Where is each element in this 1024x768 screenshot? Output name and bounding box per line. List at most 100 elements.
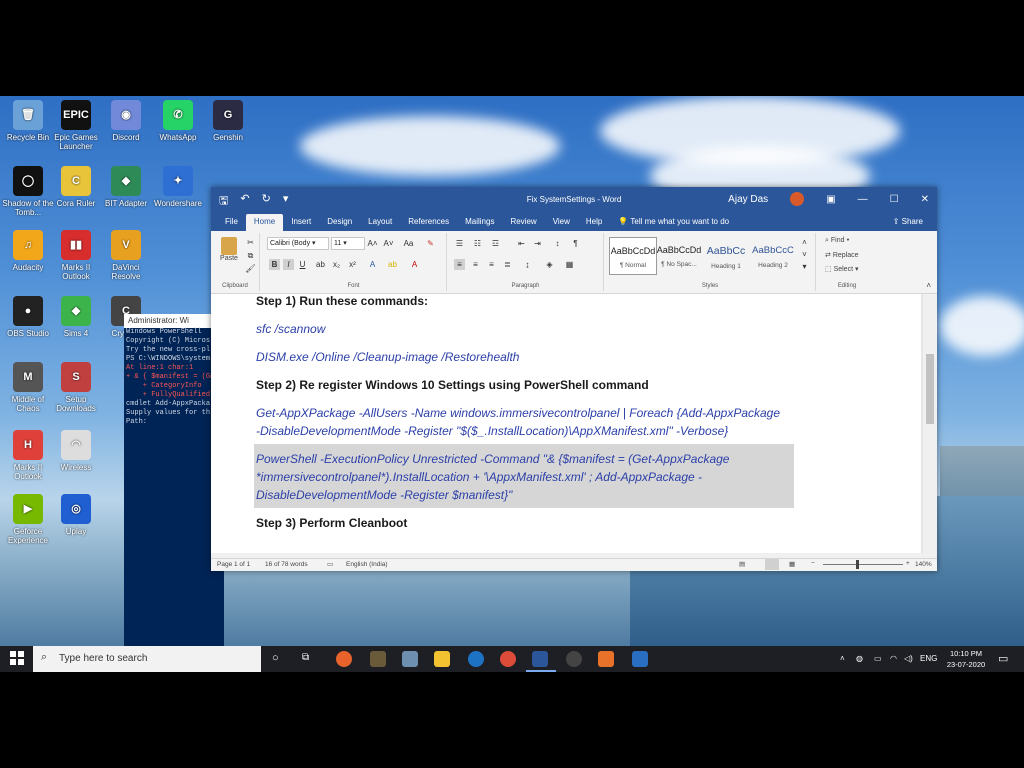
strikethrough-icon[interactable]: ab — [315, 259, 326, 270]
powershell-taskbar-icon[interactable] — [632, 651, 648, 667]
zoom-slider[interactable] — [823, 564, 903, 565]
desktop-icon[interactable]: S Setup Downloads — [48, 362, 104, 413]
justify-icon[interactable]: ≣ — [502, 259, 513, 270]
zoom-out-icon[interactable]: − — [811, 560, 815, 567]
grow-font-icon[interactable]: A˄ — [367, 238, 378, 249]
edge-icon[interactable] — [468, 651, 484, 667]
network-app-icon[interactable] — [402, 651, 418, 667]
styles-scroll-up-icon[interactable]: ˄ — [799, 237, 810, 248]
shield-icon[interactable]: ◍ — [856, 654, 863, 663]
volume-icon[interactable]: ◁) — [904, 654, 913, 663]
minimize-icon[interactable]: — — [858, 194, 868, 205]
language-indicator[interactable]: ENG — [920, 654, 937, 663]
zoom-slider-handle[interactable] — [856, 560, 859, 569]
bullets-icon[interactable]: ☰ — [454, 238, 465, 249]
tab-mailings[interactable]: Mailings — [457, 214, 502, 231]
maximize-icon[interactable]: ☐ — [890, 194, 899, 205]
tab-insert[interactable]: Insert — [283, 214, 319, 231]
copy-icon[interactable]: ⧉ — [245, 250, 256, 261]
replace-button[interactable]: ⇄ Replace — [825, 251, 859, 259]
align-center-icon[interactable]: ≡ — [470, 259, 481, 270]
word-count[interactable]: 16 of 78 words — [265, 561, 308, 568]
tab-references[interactable]: References — [400, 214, 457, 231]
font-size-select[interactable]: 11 ▾ — [331, 237, 365, 250]
page-count[interactable]: Page 1 of 1 — [217, 561, 250, 568]
close-icon[interactable]: ✕ — [921, 194, 929, 205]
numbering-icon[interactable]: ☷ — [472, 238, 483, 249]
change-case-icon[interactable]: Aa — [403, 238, 414, 249]
tab-help[interactable]: Help — [578, 214, 610, 231]
desktop-icon[interactable]: ◎ Uplay — [48, 494, 104, 536]
styles-scroll-down-icon[interactable]: ˅ — [799, 249, 810, 260]
vertical-scrollbar[interactable] — [923, 294, 937, 553]
desktop-icon[interactable]: ◉ Discord — [98, 100, 154, 142]
collapse-ribbon-icon[interactable]: ˄ — [926, 281, 931, 290]
paste-button[interactable]: Paste — [217, 237, 241, 262]
desktop-icon[interactable]: V DaVinci Resolve — [98, 230, 154, 281]
app-icon[interactable] — [370, 651, 386, 667]
user-name[interactable]: Ajay Das — [728, 194, 768, 205]
select-button[interactable]: ⬚ Select ▾ — [825, 265, 859, 273]
battery-icon[interactable]: ▭ — [874, 654, 882, 663]
style-item[interactable]: AaBbCcC Heading 2 — [750, 237, 796, 273]
desktop-icon[interactable]: ◠ Wireless — [48, 430, 104, 472]
tab-layout[interactable]: Layout — [360, 214, 400, 231]
show-marks-icon[interactable]: ¶ — [570, 238, 581, 249]
bold-icon[interactable]: B — [269, 259, 280, 270]
avatar[interactable] — [790, 192, 805, 206]
desktop-icon[interactable]: G Genshin — [200, 100, 256, 142]
notification-icon[interactable]: ▭ — [998, 652, 1008, 665]
subscript-icon[interactable]: x₂ — [331, 259, 342, 270]
cortana-icon[interactable]: ○ — [272, 652, 279, 664]
desktop-icon[interactable]: ▮▮ Marks II Outlook — [48, 230, 104, 281]
chrome-icon[interactable] — [500, 651, 516, 667]
web-layout-icon[interactable]: ▦ — [789, 560, 795, 568]
style-item[interactable]: AaBbCc Heading 1 — [703, 237, 749, 273]
document-page[interactable]: Step 1) Run these commands: sfc /scannow… — [211, 294, 921, 553]
tab-review[interactable]: Review — [502, 214, 544, 231]
font-family-select[interactable]: Calibri (Body ▾ — [267, 237, 329, 250]
proofing-icon[interactable]: ▭ — [327, 560, 333, 568]
tab-home[interactable]: Home — [245, 214, 284, 231]
line-spacing-icon[interactable]: ↨ — [522, 259, 533, 270]
shrink-font-icon[interactable]: A˅ — [383, 238, 394, 249]
borders-icon[interactable]: ▦ — [564, 259, 575, 270]
desktop-icon[interactable]: C Cora Ruler — [48, 166, 104, 208]
desktop-icon[interactable]: ✆ WhatsApp — [150, 100, 206, 142]
language[interactable]: English (India) — [346, 561, 388, 568]
desktop-icon[interactable]: ◆ Sims 4 — [48, 296, 104, 338]
find-button[interactable]: ⌕ Find ▾ — [825, 237, 849, 245]
decrease-indent-icon[interactable]: ⇤ — [516, 238, 527, 249]
powershell-title[interactable]: Administrator: Wi — [124, 314, 224, 328]
zoom-level[interactable]: 140% — [915, 561, 932, 568]
scroll-thumb[interactable] — [926, 354, 934, 424]
italic-icon[interactable]: I — [283, 259, 294, 270]
cut-icon[interactable]: ✂ — [245, 237, 256, 248]
tab-file[interactable]: File — [217, 214, 246, 231]
styles-more-icon[interactable]: ▾ — [799, 261, 810, 272]
superscript-icon[interactable]: x² — [347, 259, 358, 270]
taskbar-search[interactable]: ⌕ Type here to search — [33, 646, 261, 672]
start-button[interactable] — [10, 651, 24, 665]
desktop-icon[interactable]: ◆ BIT Adapter — [98, 166, 154, 208]
print-layout-icon[interactable] — [765, 559, 779, 570]
clock[interactable]: 10:10 PM 23-07-2020 — [938, 648, 994, 670]
read-mode-icon[interactable]: ▤ — [739, 560, 745, 568]
align-right-icon[interactable]: ≡ — [486, 259, 497, 270]
zoom-in-icon[interactable]: + — [906, 560, 910, 567]
increase-indent-icon[interactable]: ⇥ — [532, 238, 543, 249]
powershell-window[interactable]: Administrator: Wi Windows PowerShell Copy… — [124, 314, 224, 672]
word-taskbar-icon[interactable] — [532, 651, 548, 667]
font-color-icon[interactable]: A — [409, 259, 420, 270]
multilevel-list-icon[interactable]: ☲ — [490, 238, 501, 249]
format-painter-icon[interactable]: 🖌 — [245, 263, 256, 274]
text-effects-icon[interactable]: A — [367, 259, 378, 270]
style-item[interactable]: AaBbCcDd ¶ No Spac... — [656, 237, 702, 273]
tab-design[interactable]: Design — [319, 214, 360, 231]
desktop-icon[interactable]: EPIC Epic Games Launcher — [48, 100, 104, 151]
ribbon-display-icon[interactable]: ▣ — [826, 194, 835, 205]
highlight-icon[interactable]: ab — [387, 259, 398, 270]
tab-view[interactable]: View — [545, 214, 578, 231]
task-view-icon[interactable]: ⧉ — [302, 652, 309, 663]
app-icon-2[interactable] — [598, 651, 614, 667]
